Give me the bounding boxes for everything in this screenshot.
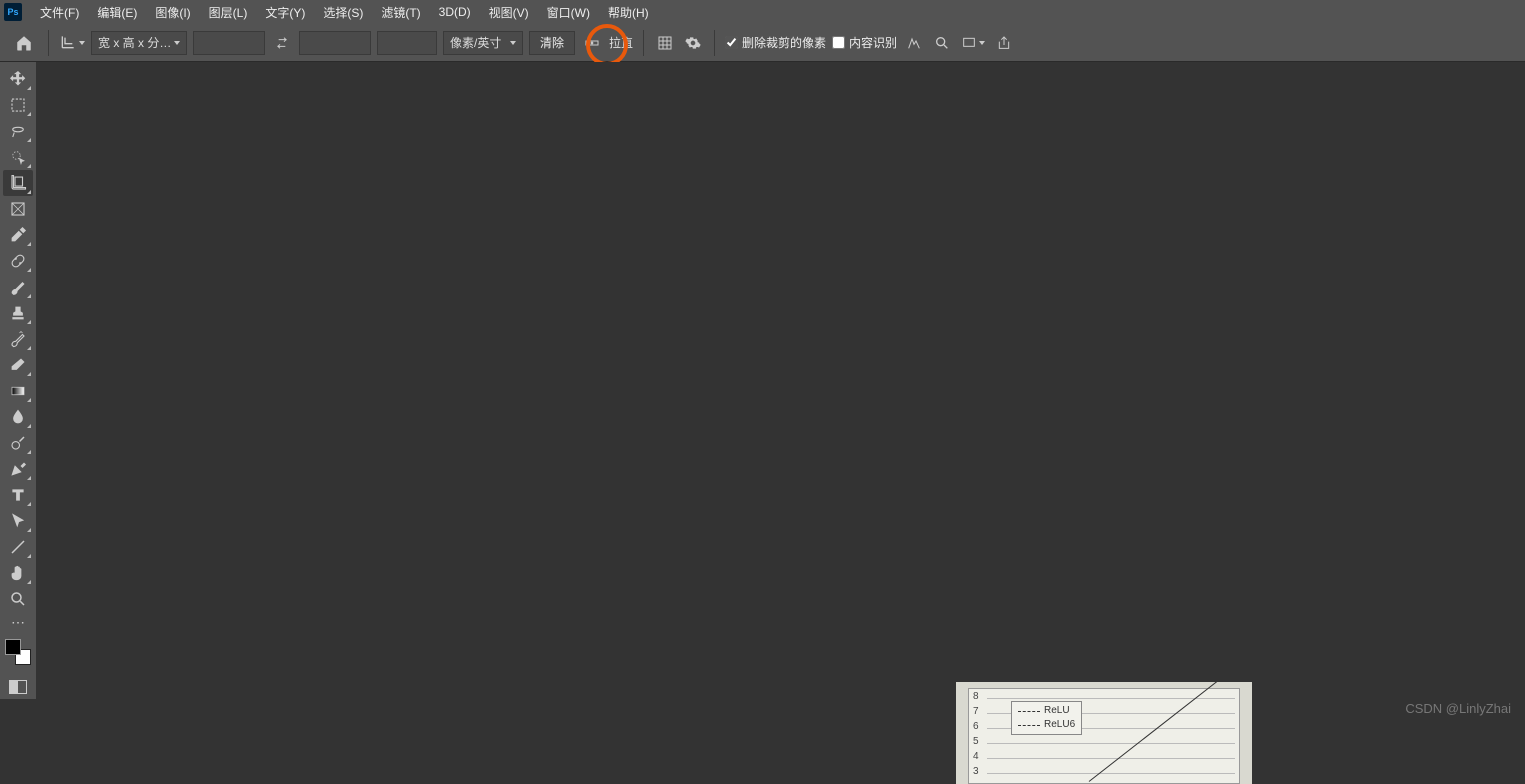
swap-icon (274, 35, 290, 51)
eyedropper-tool[interactable] (3, 222, 33, 248)
search-icon (934, 35, 950, 51)
straighten-label: 拉直 (609, 34, 633, 51)
level-icon (584, 35, 600, 51)
chart-plot-area: 8 7 6 5 4 3 ReLU ReLU6 (968, 688, 1240, 784)
delete-cropped-pixels-label: 删除裁剪的像素 (742, 34, 826, 51)
share-icon (996, 35, 1012, 51)
ratio-preset-label: 宽 x 高 x 分… (98, 34, 171, 51)
ratio-preset-dropdown[interactable]: 宽 x 高 x 分… (91, 31, 187, 55)
resolution-unit-dropdown[interactable]: 像素/英寸 (443, 31, 523, 55)
menu-3d[interactable]: 3D(D) (431, 3, 479, 21)
foreground-color-swatch[interactable] (5, 639, 21, 655)
menu-file[interactable]: 文件(F) (32, 2, 87, 23)
overlay-grid-button[interactable] (654, 32, 676, 54)
chevron-down-icon (979, 41, 985, 45)
hand-tool[interactable] (3, 560, 33, 586)
reset-crop-button[interactable] (903, 32, 925, 54)
swap-dimensions-button[interactable] (271, 35, 293, 51)
gear-icon (685, 35, 701, 51)
delete-cropped-pixels-input[interactable] (725, 36, 738, 49)
home-button[interactable] (10, 29, 38, 57)
menu-edit[interactable]: 编辑(E) (89, 2, 145, 23)
gradient-tool[interactable] (3, 378, 33, 404)
quick-select-tool[interactable] (3, 144, 33, 170)
menu-layer[interactable]: 图层(L) (201, 2, 256, 23)
separator (714, 30, 715, 56)
legend-relu6: ReLU6 (1044, 718, 1075, 732)
zoom-tool[interactable] (3, 586, 33, 612)
move-tool[interactable] (3, 66, 33, 92)
lasso-tool[interactable] (3, 118, 33, 144)
crop-options-button[interactable] (682, 32, 704, 54)
options-bar: 宽 x 高 x 分… 像素/英寸 清除 拉直 删除裁剪的像素 内容识别 (0, 24, 1525, 62)
chart-ytick: 5 (973, 736, 979, 747)
chevron-down-icon (174, 41, 180, 45)
crop-height-input[interactable] (299, 31, 371, 55)
line-tool[interactable] (3, 534, 33, 560)
menu-filter[interactable]: 滤镜(T) (373, 2, 428, 23)
menu-help[interactable]: 帮助(H) (600, 2, 657, 23)
crop-tool[interactable] (3, 170, 33, 196)
tools-panel: ⋯ (0, 62, 36, 699)
stamp-tool[interactable] (3, 300, 33, 326)
menu-window[interactable]: 窗口(W) (539, 2, 598, 23)
app-logo: Ps (4, 3, 22, 21)
straighten-icon-button[interactable] (581, 32, 603, 54)
eraser-tool[interactable] (3, 352, 33, 378)
chart-ytick: 6 (973, 721, 979, 732)
content-aware-input[interactable] (832, 36, 845, 49)
menu-image[interactable]: 图像(I) (147, 2, 198, 23)
chart-line-relu (1089, 682, 1224, 782)
crop-width-input[interactable] (193, 31, 265, 55)
frame-tool[interactable] (3, 196, 33, 222)
blur-tool[interactable] (3, 404, 33, 430)
menu-view[interactable]: 视图(V) (481, 2, 537, 23)
crop-tool-indicator[interactable] (59, 35, 85, 51)
clear-button-label: 清除 (540, 34, 564, 51)
chart-ytick: 3 (973, 766, 979, 777)
content-aware-label: 内容识别 (849, 34, 897, 51)
content-aware-checkbox[interactable]: 内容识别 (832, 34, 897, 51)
menu-type[interactable]: 文字(Y) (257, 2, 313, 23)
brush-tool[interactable] (3, 274, 33, 300)
crop-icon (59, 35, 75, 51)
clear-button[interactable]: 清除 (529, 31, 575, 55)
chart-ytick: 7 (973, 706, 979, 717)
delete-cropped-pixels-checkbox[interactable]: 删除裁剪的像素 (725, 34, 826, 51)
path-select-tool[interactable] (3, 508, 33, 534)
resolution-unit-label: 像素/英寸 (450, 34, 501, 51)
screen-icon (961, 35, 977, 51)
pen-tool[interactable] (3, 456, 33, 482)
color-swatches[interactable] (3, 637, 33, 667)
heal-tool[interactable] (3, 248, 33, 274)
quick-mask-toggle[interactable] (3, 675, 33, 699)
dodge-tool[interactable] (3, 430, 33, 456)
menu-select[interactable]: 选择(S) (315, 2, 371, 23)
crop-resolution-input[interactable] (377, 31, 437, 55)
screen-mode-dropdown[interactable] (959, 32, 987, 54)
history-brush-tool[interactable] (3, 326, 33, 352)
marquee-tool[interactable] (3, 92, 33, 118)
separator (643, 30, 644, 56)
menu-bar: Ps 文件(F) 编辑(E) 图像(I) 图层(L) 文字(Y) 选择(S) 滤… (0, 0, 1525, 24)
separator (48, 30, 49, 56)
search-button[interactable] (931, 32, 953, 54)
edit-toolbar-button[interactable]: ⋯ (11, 612, 25, 633)
home-icon (15, 34, 33, 52)
grid-icon (657, 35, 673, 51)
chevron-down-icon (79, 41, 85, 45)
chart-ytick: 4 (973, 751, 979, 762)
canvas-area[interactable]: 8 7 6 5 4 3 ReLU ReLU6 (36, 62, 1525, 722)
document-thumbnail[interactable]: 8 7 6 5 4 3 ReLU ReLU6 (956, 682, 1252, 784)
chart-legend: ReLU ReLU6 (1011, 701, 1082, 735)
watermark: CSDN @LinlyZhai (1405, 701, 1511, 716)
reset-icon (906, 35, 922, 51)
type-tool[interactable] (3, 482, 33, 508)
share-button[interactable] (993, 32, 1015, 54)
chart-ytick: 8 (973, 691, 979, 702)
legend-relu: ReLU (1044, 704, 1070, 718)
chevron-down-icon (510, 41, 516, 45)
